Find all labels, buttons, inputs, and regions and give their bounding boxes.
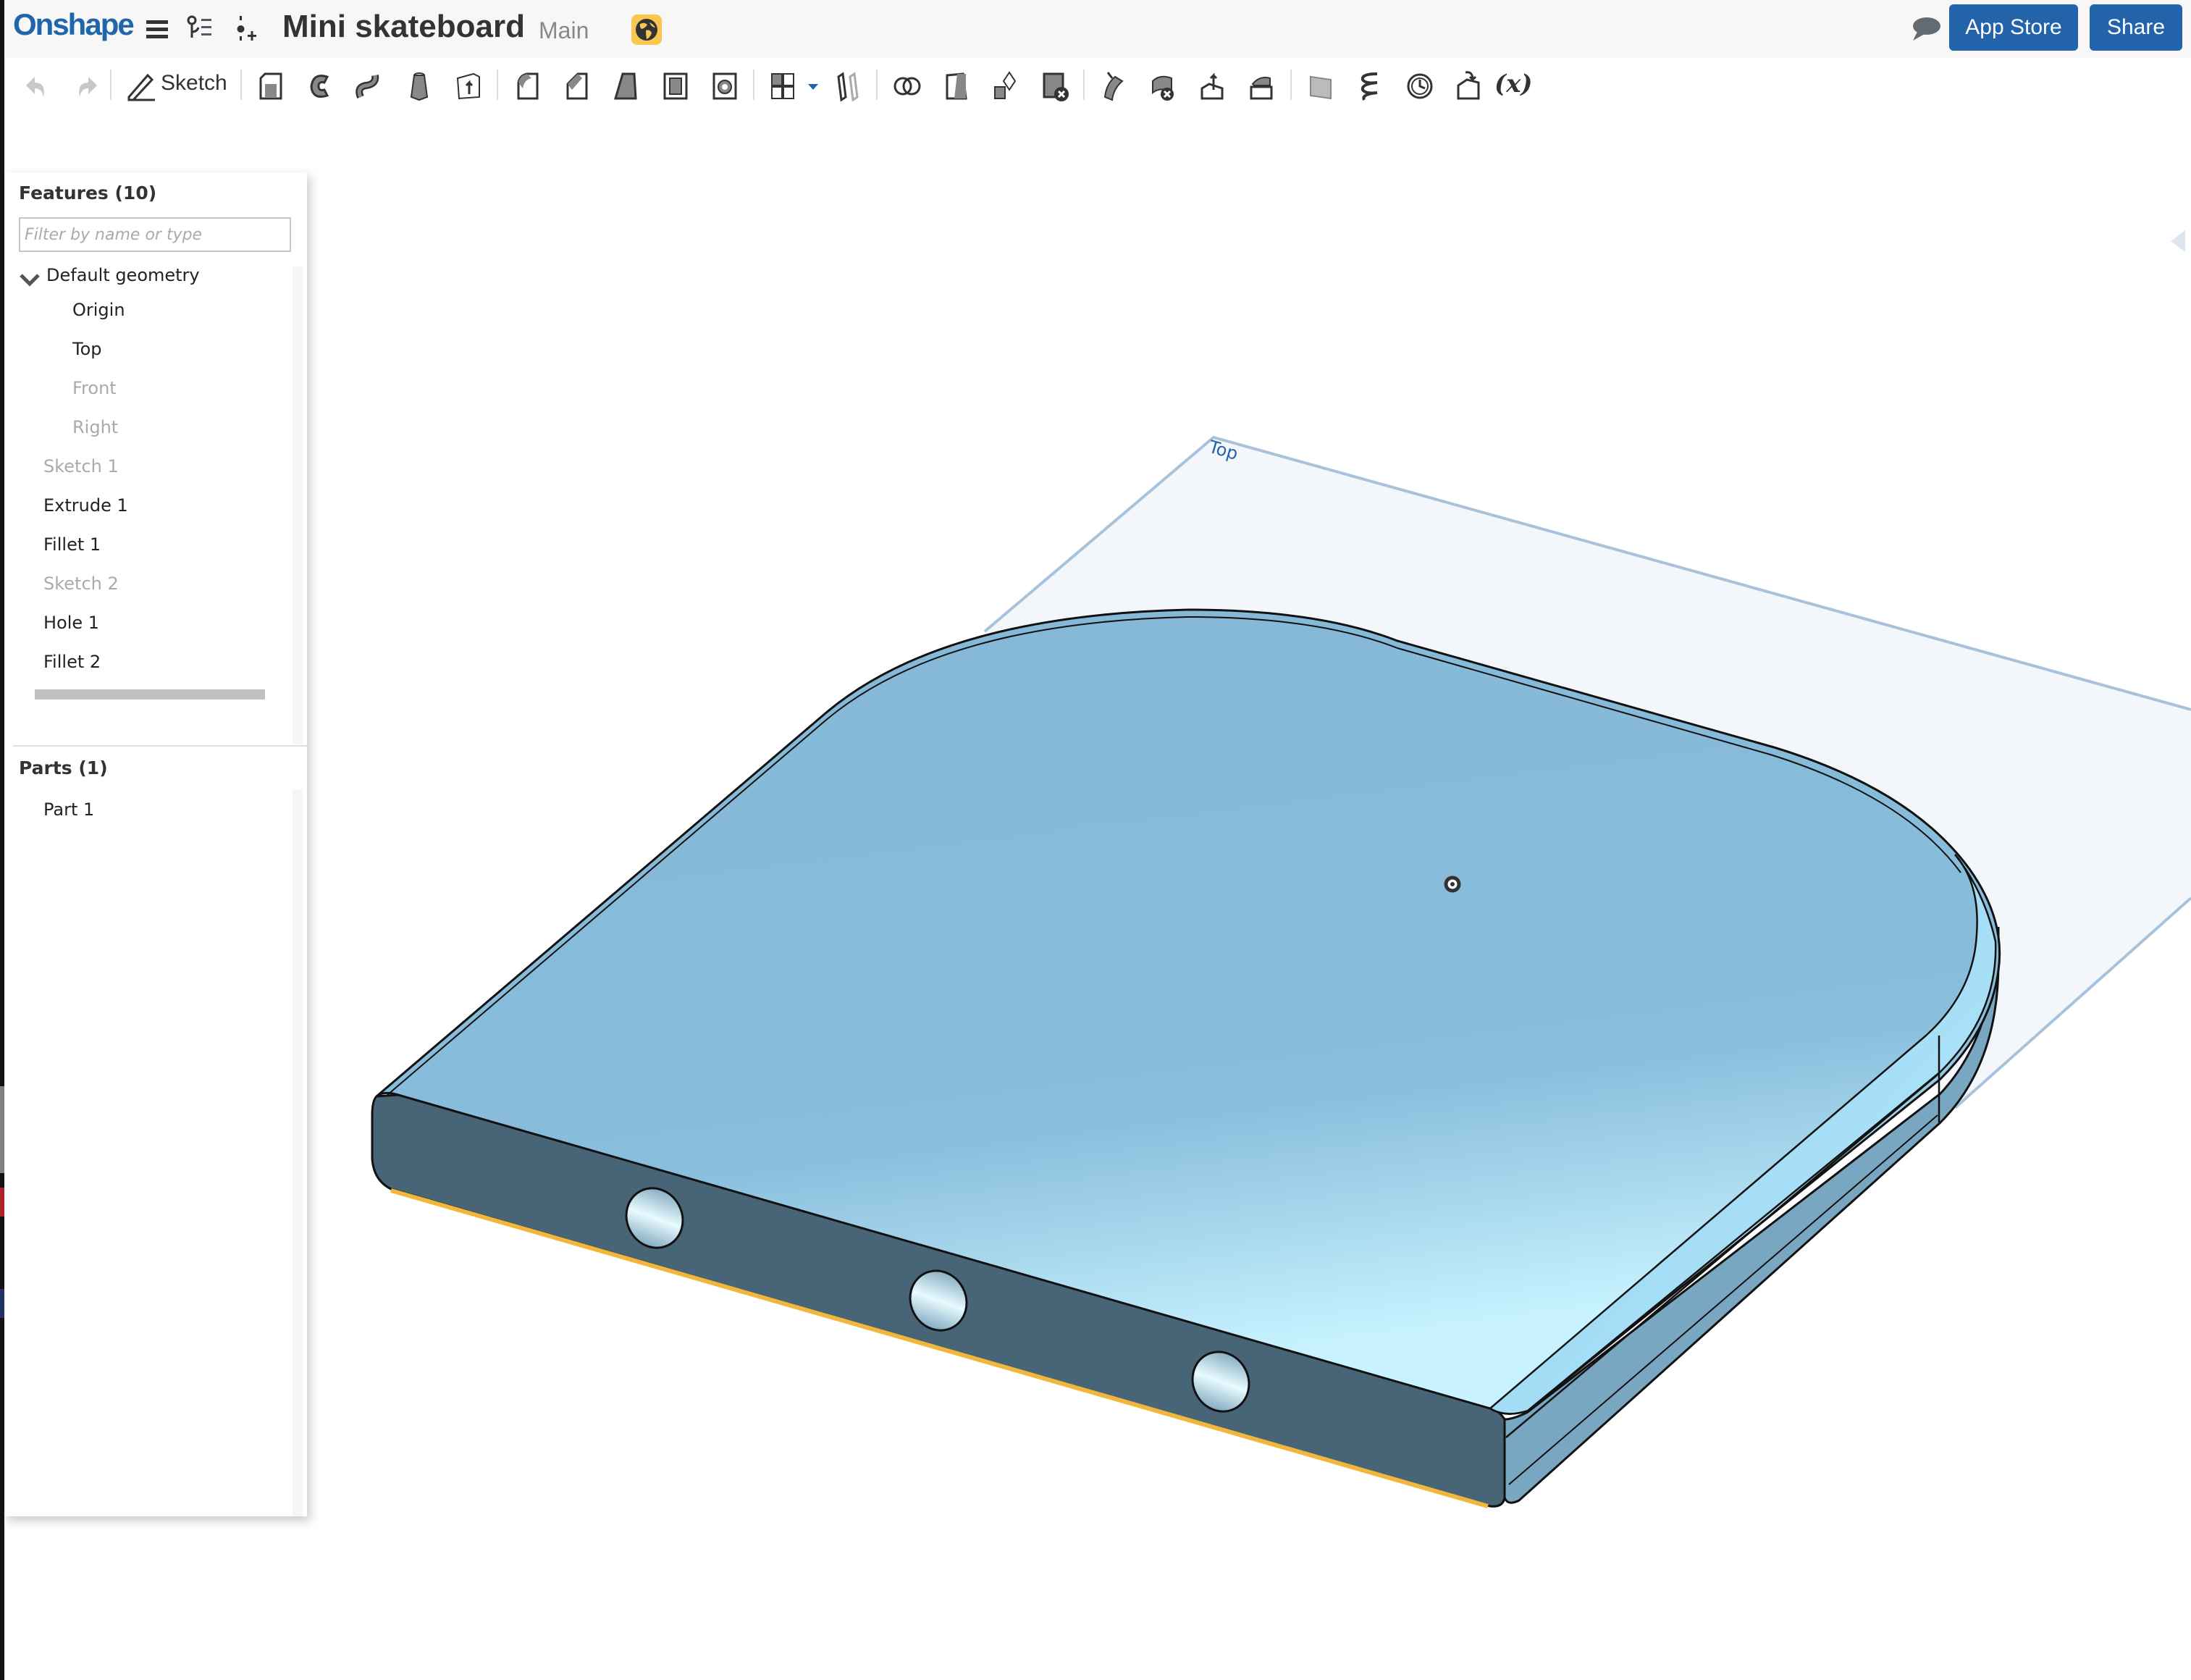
app-store-button[interactable]: App Store [1949, 4, 2078, 51]
feature-item-extrude-1[interactable]: Extrude 1 [43, 495, 128, 516]
toolbar-separator [1290, 70, 1292, 100]
variable-icon[interactable]: (x) [1494, 70, 1532, 98]
feature-list-panel: Features (10) Default geometry Origin To… [4, 172, 307, 1516]
menu-icon[interactable] [143, 14, 172, 43]
default-geometry-group[interactable]: Default geometry [46, 265, 200, 285]
feature-toolbar: Sketch (x) [4, 58, 2191, 116]
panel-divider[interactable] [13, 745, 307, 747]
toolbar-separator [876, 70, 878, 100]
feature-item-origin[interactable]: Origin [72, 300, 125, 320]
insert-icon[interactable] [233, 14, 262, 43]
chevron-down-icon[interactable] [19, 271, 41, 288]
feature-item-sketch-2[interactable]: Sketch 2 [43, 574, 119, 594]
rollback-bar[interactable] [35, 689, 265, 700]
share-button[interactable]: Share [2090, 4, 2182, 51]
pattern-dropdown-icon[interactable] [802, 68, 824, 104]
replace-face-icon[interactable] [1244, 68, 1280, 104]
plane-icon[interactable] [1303, 68, 1340, 104]
part-1-body[interactable] [371, 608, 2001, 1508]
top-bar: Onshape Mini skateboard Main App Store S… [4, 0, 2191, 58]
toolbar-separator [1083, 70, 1085, 100]
thicken-icon[interactable] [450, 68, 487, 104]
sketch-icon[interactable] [123, 68, 159, 104]
offset-surface-icon[interactable] [1096, 68, 1132, 104]
delete-part-icon[interactable] [1037, 68, 1073, 104]
feature-item-fillet-2[interactable]: Fillet 2 [43, 652, 101, 672]
parts-header: Parts (1) [19, 757, 108, 778]
linear-pattern-icon[interactable] [766, 68, 802, 104]
collapse-panel-arrow-icon[interactable] [2171, 230, 2185, 252]
parts-list-scrollbar[interactable] [293, 789, 303, 1516]
toolbar-separator [240, 70, 242, 100]
feature-list-scrollbar[interactable] [293, 266, 303, 744]
3d-viewport[interactable]: Top [0, 0, 2191, 1680]
feature-filter-input[interactable] [19, 217, 291, 252]
feature-list-icon[interactable] [185, 14, 214, 43]
toolbar-separator [110, 70, 112, 100]
move-face-icon[interactable] [1195, 68, 1231, 104]
feature-item-right[interactable]: Right [72, 417, 118, 437]
document-title[interactable]: Mini skateboard [282, 9, 525, 45]
loft-icon[interactable] [401, 68, 437, 104]
fillet-icon[interactable] [510, 68, 546, 104]
boolean-icon[interactable] [889, 68, 925, 104]
comment-icon[interactable] [1910, 16, 1942, 42]
delete-face-icon[interactable] [1145, 68, 1182, 104]
feature-item-front[interactable]: Front [72, 378, 117, 398]
mate-connector-icon[interactable] [1402, 68, 1438, 104]
workspace-name[interactable]: Main [539, 17, 589, 44]
part-item-part-1[interactable]: Part 1 [43, 799, 94, 820]
onshape-logo[interactable]: Onshape [13, 7, 135, 42]
features-header: Features (10) [19, 182, 157, 203]
hole-icon[interactable] [707, 68, 743, 104]
origin-dot [1450, 882, 1455, 886]
revolve-icon[interactable] [303, 68, 339, 104]
public-globe-icon[interactable] [631, 14, 662, 45]
redo-icon[interactable] [67, 68, 103, 104]
sweep-icon[interactable] [352, 68, 388, 104]
feature-item-fillet-1[interactable]: Fillet 1 [43, 534, 101, 555]
split-icon[interactable] [938, 68, 975, 104]
shell-icon[interactable] [657, 68, 694, 104]
mirror-icon[interactable] [830, 68, 866, 104]
chamfer-icon[interactable] [559, 68, 595, 104]
draft-icon[interactable] [608, 68, 644, 104]
feature-item-sketch-1[interactable]: Sketch 1 [43, 456, 119, 476]
sketch-button-label[interactable]: Sketch [161, 71, 227, 96]
undo-icon[interactable] [20, 68, 56, 104]
derived-icon[interactable] [1451, 68, 1487, 104]
helix-icon[interactable] [1353, 68, 1389, 104]
feature-item-top[interactable]: Top [72, 339, 102, 359]
transform-icon[interactable] [988, 68, 1024, 104]
extrude-icon[interactable] [253, 68, 290, 104]
toolbar-separator [497, 70, 498, 100]
toolbar-separator [753, 70, 754, 100]
feature-item-hole-1[interactable]: Hole 1 [43, 613, 99, 633]
